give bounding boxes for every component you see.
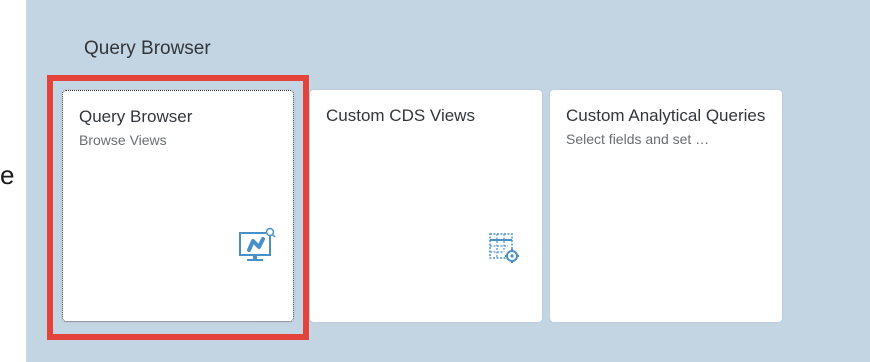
- tile-subtitle: Browse Views: [79, 132, 167, 148]
- tile-custom-analytical-queries[interactable]: Custom Analytical Queries Select fields …: [550, 90, 782, 322]
- group-title: Query Browser: [84, 38, 211, 59]
- table-settings-icon: [489, 233, 519, 263]
- tile-custom-cds-views[interactable]: Custom CDS Views: [310, 90, 542, 322]
- partial-text: e: [0, 160, 15, 190]
- tile-title: Custom Analytical Queries: [566, 106, 766, 125]
- tile-title: Custom CDS Views: [326, 106, 475, 125]
- tile-query-browser[interactable]: Query Browser Browse Views: [62, 90, 294, 322]
- tile-title: Query Browser: [79, 107, 193, 126]
- tile-subtitle: Select fields and set …: [566, 131, 710, 147]
- query-monitor-icon: [239, 227, 276, 261]
